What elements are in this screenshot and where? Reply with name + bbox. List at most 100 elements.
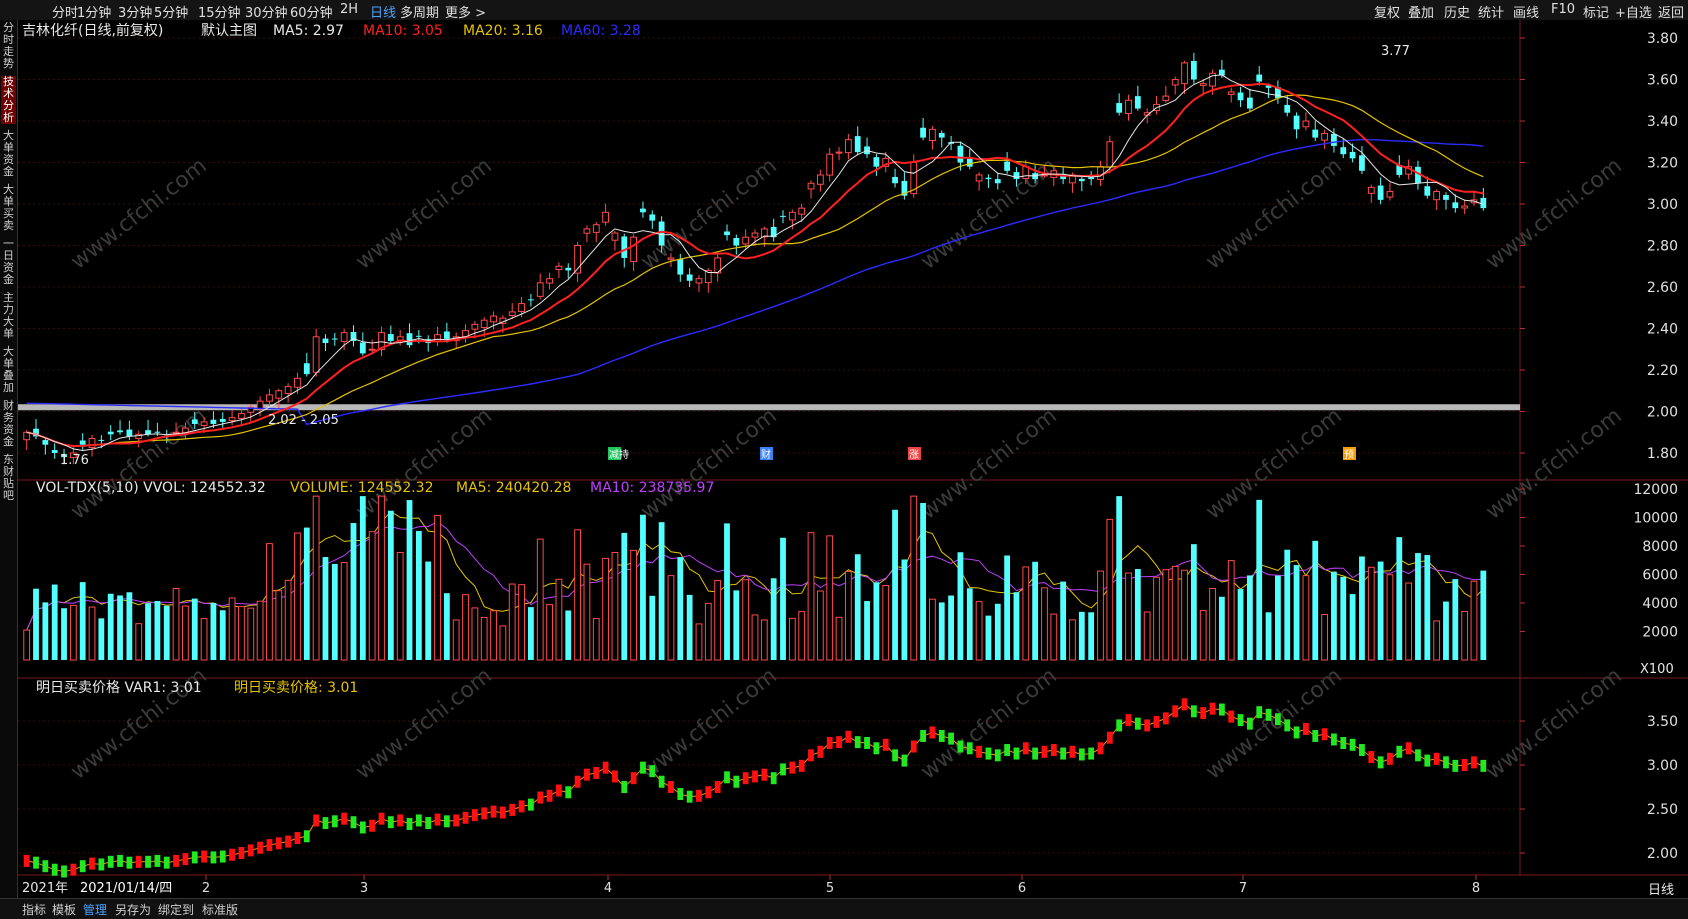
tool-button-5[interactable]: F10	[1551, 2, 1575, 17]
tool-button-3[interactable]: 统计	[1478, 2, 1504, 21]
candle-body	[210, 419, 217, 424]
tool-button-2[interactable]: 历史	[1444, 2, 1470, 21]
indicator-bar	[1134, 717, 1141, 730]
volume-bar	[434, 514, 441, 661]
side-tab-7[interactable]: 财务资金	[1, 400, 16, 448]
volume-bar	[1367, 566, 1375, 661]
candle-body	[312, 336, 320, 373]
period-tab-9[interactable]: 多周期	[400, 2, 439, 21]
side-tab-1[interactable]: 技术分析	[1, 76, 16, 124]
volume-bar	[490, 610, 497, 661]
tool-button-8[interactable]: 返回	[1658, 2, 1684, 21]
side-tab-6[interactable]: 大单叠加	[1, 346, 16, 394]
indicator-bar	[1284, 719, 1291, 732]
indicator-tick-0: 3.50	[1647, 714, 1678, 730]
volume-bar	[452, 619, 460, 661]
indicator-bar	[257, 841, 264, 854]
candle-body	[471, 323, 479, 330]
volume-bar	[938, 602, 945, 660]
bottom-tab-4[interactable]: 绑定到	[158, 901, 194, 918]
month-tick-4: 6	[1018, 881, 1026, 896]
volume-bar	[1181, 569, 1188, 661]
bottom-tab-2[interactable]: 管理	[83, 901, 107, 918]
period-tab-3[interactable]: 5分钟	[154, 2, 188, 21]
period-tab-0[interactable]: 分时	[52, 2, 78, 21]
bottom-tab-5[interactable]: 标准版	[202, 901, 238, 918]
indicator-bar	[210, 851, 217, 864]
indicator-bar	[826, 737, 833, 749]
template-label[interactable]: 默认主图	[201, 23, 257, 39]
candle-body	[1452, 202, 1459, 209]
candle-body	[79, 440, 86, 445]
indicator-bar	[117, 854, 123, 867]
side-tab-8[interactable]: 东财贴吧	[1, 454, 16, 502]
tool-button-0[interactable]: 复权	[1374, 2, 1400, 21]
indicator-bar	[1452, 759, 1459, 772]
volume-bar	[724, 523, 730, 660]
indicator-bar	[1144, 719, 1151, 732]
indicator-bar	[966, 742, 973, 755]
candle-body	[172, 431, 180, 434]
volume-bar	[238, 606, 245, 661]
indicator-bar	[994, 749, 1001, 762]
indicator-bar	[780, 763, 786, 776]
period-tab-1[interactable]: 1分钟	[77, 2, 111, 21]
price-tick-5: 2.80	[1647, 239, 1678, 255]
volume-bar	[1405, 582, 1413, 661]
ma60-label: MA60: 3.28	[561, 23, 641, 39]
range-label: 2.02 - 2.05	[268, 413, 339, 428]
tool-button-6[interactable]: 标记	[1583, 2, 1609, 21]
period-tab-5[interactable]: 30分钟	[245, 2, 288, 21]
volume-bar	[1022, 566, 1030, 661]
candle-body	[602, 211, 609, 223]
period-tab-2[interactable]: 3分钟	[118, 2, 152, 21]
candle-body	[994, 179, 1001, 184]
bottom-tab-3[interactable]: 另存为	[115, 901, 151, 918]
bottom-tab-0[interactable]: 指标	[22, 901, 46, 918]
side-tab-5[interactable]: 主力大单	[1, 292, 16, 340]
volume-bar	[704, 602, 712, 661]
volume-bar	[443, 593, 450, 660]
side-tab-4[interactable]: 一日资金	[1, 238, 16, 286]
volume-bar	[387, 510, 394, 660]
volume-bar	[350, 523, 357, 660]
indicator-bar	[70, 863, 77, 876]
indicator-bar	[61, 865, 67, 878]
candle-body	[835, 151, 843, 154]
candle-body	[724, 231, 730, 236]
indicator-bar	[79, 860, 86, 873]
kline-chart-area[interactable]: www.cfchi.com www.cfchi.com www.cfchi.com w…	[18, 20, 1688, 898]
candle-body	[985, 177, 992, 180]
tool-button-1[interactable]: 叠加	[1408, 2, 1434, 21]
candle-body	[844, 139, 852, 154]
period-tab-8[interactable]: 日线	[370, 2, 396, 21]
period-tab-7[interactable]: 2H	[340, 2, 358, 17]
volume-bar	[1199, 610, 1207, 661]
candle-body	[228, 417, 236, 422]
indicator-bar	[976, 745, 982, 758]
bottom-tab-1[interactable]: 模板	[52, 901, 76, 918]
period-tab-10[interactable]: 更多 >	[445, 2, 486, 21]
period-tab-4[interactable]: 15分钟	[198, 2, 241, 21]
indicator-bar	[163, 856, 170, 869]
volume-bar	[368, 531, 376, 661]
period-tab-6[interactable]: 60分钟	[290, 2, 333, 21]
volume-bar	[406, 500, 413, 660]
tool-button-7[interactable]: +自选	[1615, 2, 1652, 21]
tool-button-4[interactable]: 画线	[1513, 2, 1539, 21]
indicator-bar	[350, 816, 357, 829]
indicator-bar	[546, 789, 553, 802]
indicator-bar	[854, 736, 861, 749]
price-tick-2: 3.40	[1647, 114, 1678, 130]
indicator-bar	[658, 775, 665, 788]
side-tab-2[interactable]: 大单资金	[1, 130, 16, 178]
volume-bar	[1256, 499, 1263, 660]
period-label: 日线	[1648, 883, 1674, 898]
indicator-bar	[593, 766, 600, 779]
indicator-bar	[1293, 726, 1300, 739]
volume-bar	[1237, 588, 1244, 660]
side-tab-0[interactable]: 分时走势	[1, 22, 16, 70]
indicator-bar	[369, 819, 376, 832]
side-tab-3[interactable]: 大单买卖	[1, 184, 16, 232]
indicator-bar	[275, 837, 282, 850]
